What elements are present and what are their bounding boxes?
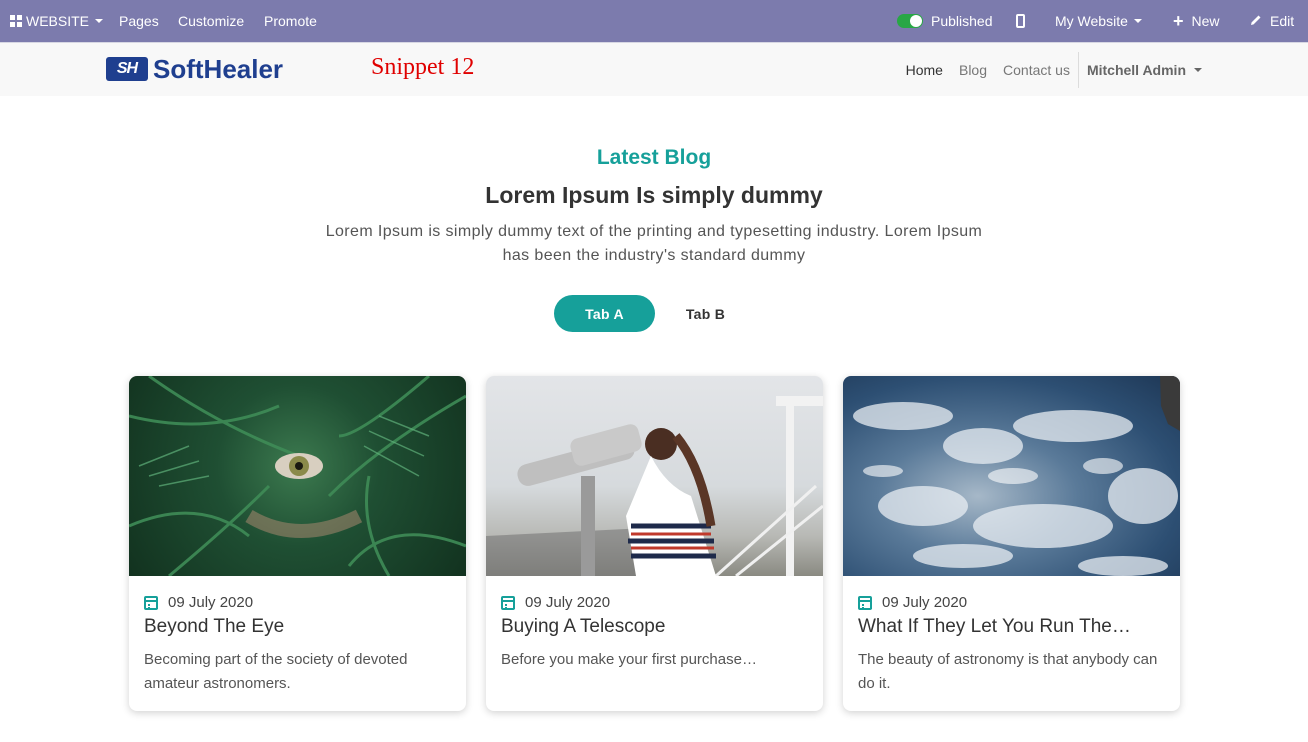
site-logo[interactable]: SH SoftHealer xyxy=(106,53,284,84)
section-description: Lorem Ipsum is simply dummy text of the … xyxy=(325,223,983,264)
logo-text: SoftHealer xyxy=(153,53,284,84)
tab-b[interactable]: Tab B xyxy=(655,295,756,332)
post-title[interactable]: What If They Let You Run The… xyxy=(858,616,1168,638)
publish-toggle-label: Published xyxy=(931,13,993,29)
logo-mark: SH xyxy=(106,57,148,81)
my-website-label: My Website xyxy=(1055,13,1128,29)
blog-card-image xyxy=(486,376,823,576)
post-date-text: 09 July 2020 xyxy=(882,594,968,611)
blog-card-image xyxy=(843,376,1180,576)
post-date-text: 09 July 2020 xyxy=(168,594,254,611)
website-menu[interactable]: WEBSITE xyxy=(10,0,104,42)
snippet-label: Snippet 12 xyxy=(371,54,475,80)
section-title: Lorem Ipsum Is simply dummy xyxy=(485,182,823,208)
publish-toggle[interactable]: Published xyxy=(897,0,993,42)
post-date: 09 July 2020 xyxy=(501,594,610,611)
post-title[interactable]: Buying A Telescope xyxy=(501,616,811,638)
nav-contact-us[interactable]: Contact us xyxy=(1003,62,1070,78)
nav-divider xyxy=(1077,52,1079,88)
blog-card[interactable]: 09 July 2020 Buying A Telescope Before y… xyxy=(486,376,823,711)
apps-grid-icon xyxy=(10,15,22,27)
website-menu-label: WEBSITE xyxy=(26,13,90,29)
new-button-label: New xyxy=(1191,13,1220,29)
chevron-down-icon xyxy=(1133,19,1142,23)
nav-blog[interactable]: Blog xyxy=(959,62,987,78)
tab-bar: Tab A Tab B xyxy=(554,295,756,332)
new-button[interactable]: + New xyxy=(1173,0,1220,42)
blog-card[interactable]: 09 July 2020 What If They Let You Run Th… xyxy=(843,376,1180,711)
blog-card-image xyxy=(129,376,466,576)
edit-button[interactable]: Edit xyxy=(1250,0,1294,42)
toggle-switch-icon xyxy=(897,14,923,28)
mobile-phone-icon xyxy=(1016,14,1025,28)
user-name: Mitchell Admin xyxy=(1086,62,1186,78)
post-date: 09 July 2020 xyxy=(858,594,967,611)
tab-a[interactable]: Tab A xyxy=(554,295,655,332)
site-header: SH SoftHealer Snippet 12 Home Blog Conta… xyxy=(0,42,1308,96)
pages-menu[interactable]: Pages xyxy=(119,0,159,42)
calendar-icon xyxy=(144,595,158,610)
post-excerpt: Before you make your first purchase… xyxy=(501,651,757,668)
customize-menu[interactable]: Customize xyxy=(178,0,244,42)
chevron-down-icon xyxy=(1194,68,1202,72)
post-date-text: 09 July 2020 xyxy=(525,594,611,611)
user-menu[interactable]: Mitchell Admin xyxy=(1087,62,1202,78)
nav-home[interactable]: Home xyxy=(906,62,943,78)
blog-card[interactable]: 09 July 2020 Beyond The Eye Becoming par… xyxy=(129,376,466,711)
pencil-icon xyxy=(1250,13,1262,29)
edit-button-label: Edit xyxy=(1270,13,1295,29)
post-excerpt: The beauty of astronomy is that anybody … xyxy=(858,651,1158,692)
calendar-icon xyxy=(501,595,515,610)
my-website-menu[interactable]: My Website xyxy=(1055,0,1142,42)
chevron-down-icon xyxy=(95,19,104,23)
post-title[interactable]: Beyond The Eye xyxy=(144,616,454,638)
plus-icon: + xyxy=(1173,11,1184,31)
site-nav: Home Blog Contact us Mitchell Admin xyxy=(890,43,1202,97)
post-excerpt: Becoming part of the society of devoted … xyxy=(144,651,408,692)
section-kicker: Latest Blog xyxy=(596,146,712,169)
promote-menu[interactable]: Promote xyxy=(264,0,317,42)
mobile-preview-button[interactable] xyxy=(1016,0,1025,42)
calendar-icon xyxy=(858,595,872,610)
admin-navbar: WEBSITE Pages Customize Promote Publishe… xyxy=(0,0,1308,42)
post-date: 09 July 2020 xyxy=(144,594,253,611)
